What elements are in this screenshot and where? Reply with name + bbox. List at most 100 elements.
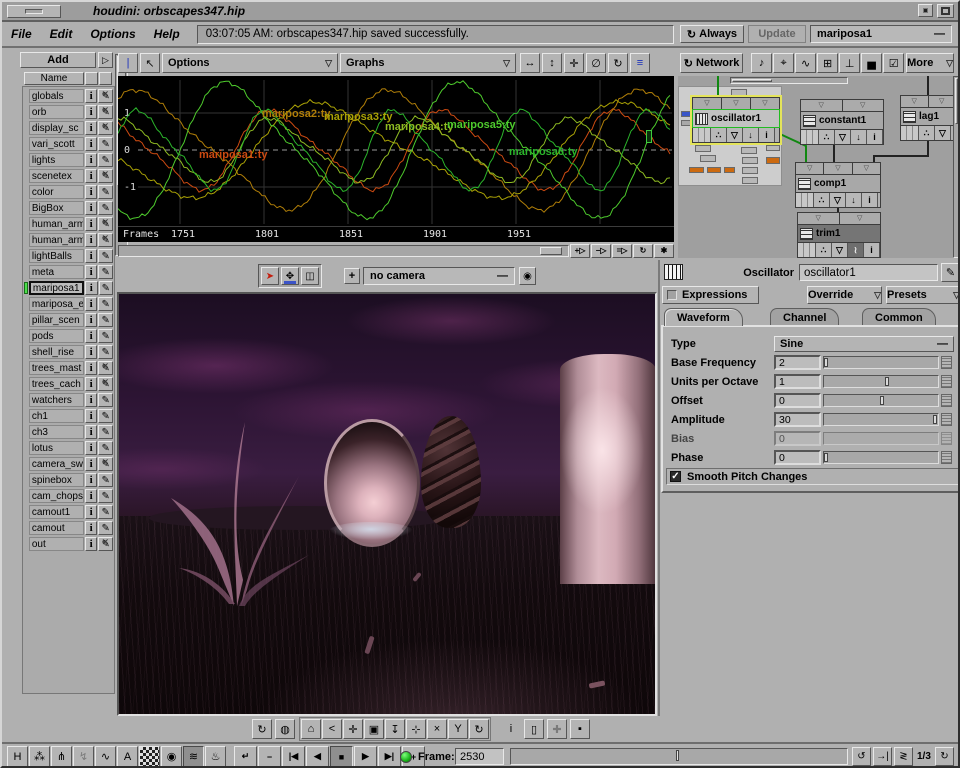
node-footer-button[interactable]: ∴ bbox=[819, 130, 835, 144]
tab-common[interactable]: Common bbox=[862, 308, 936, 326]
network-node-lag1[interactable]: ▽ ▽ lag1 ∴ ▽ bbox=[900, 95, 953, 141]
node-footer[interactable]: ∴ ▽ ↓ i bbox=[801, 129, 883, 144]
texture-icon[interactable]: ▦ bbox=[139, 746, 160, 766]
render-icon[interactable]: ♨ bbox=[205, 746, 226, 766]
list-item[interactable]: camera_sw i ✎ ✕ bbox=[24, 456, 113, 472]
info-button[interactable]: i bbox=[84, 249, 98, 263]
list-item[interactable]: lotus i ✎ bbox=[24, 440, 113, 456]
ibeam-tool-icon[interactable]: | bbox=[118, 53, 138, 73]
stop-button[interactable]: ■ bbox=[330, 746, 353, 766]
select-mode-icon[interactable]: < bbox=[322, 719, 342, 739]
pan-mode-icon[interactable]: ✛ bbox=[343, 719, 363, 739]
node-footer[interactable]: ∴ ▽ ≀ i bbox=[798, 242, 880, 257]
object-name-cell[interactable]: ch1 bbox=[28, 409, 84, 423]
node-channel-cells[interactable] bbox=[801, 130, 819, 144]
node-footer[interactable]: ∴ ▽ ↓ i bbox=[693, 127, 779, 142]
page-icon[interactable]: ▯ bbox=[524, 719, 544, 739]
object-name-cell[interactable]: vari_scott bbox=[28, 137, 84, 151]
channel-list-icon[interactable]: ≡ bbox=[630, 53, 650, 73]
slider-handle[interactable] bbox=[932, 415, 937, 424]
node-footer-button[interactable]: ▽ bbox=[727, 128, 743, 142]
operator-name-input[interactable]: oscillator1 bbox=[799, 264, 938, 281]
info-button[interactable]: i bbox=[84, 153, 98, 167]
node-footer-button[interactable]: ∴ bbox=[814, 193, 830, 207]
list-item[interactable]: cam_chops i ✎ bbox=[24, 488, 113, 504]
scroll-add-button[interactable]: +▷ bbox=[570, 243, 590, 258]
tab-channel[interactable]: Channel bbox=[770, 308, 840, 326]
edit-pencil-button[interactable]: ✎ bbox=[98, 489, 113, 503]
null-scope-icon[interactable]: ∅ bbox=[586, 53, 606, 73]
network-node-constant1[interactable]: ▽ ▽ constant1 ∴ ▽ ↓ i bbox=[800, 99, 884, 145]
object-name-cell[interactable]: watchers bbox=[28, 393, 84, 407]
node-flag-cell[interactable]: ▽ bbox=[693, 98, 722, 109]
minimize-button[interactable] bbox=[918, 4, 933, 17]
frame-number-input[interactable]: 2530 bbox=[455, 748, 504, 765]
list-item[interactable]: human_arm i ✎ ✕ bbox=[24, 216, 113, 232]
edit-pencil-button[interactable]: ✎ bbox=[98, 153, 113, 167]
info-button[interactable]: i bbox=[84, 345, 98, 359]
list-item[interactable]: ch1 i ✎ bbox=[24, 408, 113, 424]
object-name-cell[interactable]: spinebox bbox=[28, 473, 84, 487]
param-slider[interactable] bbox=[823, 375, 939, 388]
realtime-led-indicator[interactable] bbox=[400, 751, 412, 763]
info-button[interactable]: i bbox=[84, 425, 98, 439]
param-slider[interactable] bbox=[823, 413, 939, 426]
camera-dropdown[interactable]: no camera — bbox=[363, 267, 515, 285]
param-value-input[interactable]: 2 bbox=[774, 355, 821, 370]
node-header-flags[interactable]: ▽ ▽ ▽ bbox=[796, 163, 880, 175]
node-title[interactable]: lag1 bbox=[901, 108, 953, 125]
node-footer-button[interactable]: ∴ bbox=[816, 243, 832, 257]
object-name-cell[interactable]: mariposa1 bbox=[28, 281, 84, 295]
object-name-cell[interactable]: orb bbox=[28, 105, 84, 119]
node-channel-cells[interactable] bbox=[693, 128, 711, 142]
houdini-menu-icon[interactable]: H bbox=[7, 746, 28, 766]
mirror-icon[interactable]: × bbox=[427, 719, 447, 739]
node-channel-cells[interactable] bbox=[901, 126, 919, 140]
edit-pencil-button-locked[interactable]: ✎ ✕ bbox=[98, 361, 113, 375]
list-item[interactable]: camout1 i ✎ bbox=[24, 504, 113, 520]
param-value-input[interactable]: 30 bbox=[774, 412, 821, 427]
object-name-cell[interactable]: pillar_scen bbox=[28, 313, 84, 327]
objects-icon[interactable]: ⁂ bbox=[29, 746, 50, 766]
node-footer-button[interactable]: ≀ bbox=[848, 243, 864, 257]
node-title[interactable]: oscillator1 bbox=[692, 109, 780, 128]
viewport-plus-button[interactable]: + bbox=[344, 268, 360, 284]
info-button[interactable]: i bbox=[84, 217, 98, 231]
network-hscroll-thumb[interactable] bbox=[732, 79, 772, 82]
node-footer-button[interactable]: ∴ bbox=[919, 126, 935, 140]
pointer-tool-icon[interactable]: ↖ bbox=[140, 53, 160, 73]
menu-file[interactable]: File bbox=[11, 27, 32, 41]
info-button[interactable]: i bbox=[84, 361, 98, 375]
info-button[interactable]: i bbox=[84, 409, 98, 423]
object-name-cell[interactable]: color bbox=[28, 185, 84, 199]
list-item[interactable]: BigBox i ✎ bbox=[24, 200, 113, 216]
pin-icon[interactable]: ▪ bbox=[570, 719, 590, 739]
param-slider[interactable] bbox=[823, 451, 939, 464]
param-type-dropdown[interactable]: Sine — bbox=[774, 336, 954, 352]
network-button[interactable]: ↻ Network bbox=[680, 53, 744, 73]
list-item[interactable]: ch3 i ✎ bbox=[24, 424, 113, 440]
list-item[interactable]: lights i ✎ bbox=[24, 152, 113, 168]
motion-icon[interactable]: ↯ bbox=[73, 746, 94, 766]
pan-view-icon[interactable]: ✛ bbox=[564, 53, 584, 73]
node-footer-button[interactable]: ▽ bbox=[832, 243, 848, 257]
info-button[interactable]: i bbox=[84, 297, 98, 311]
object-name-cell[interactable]: ch3 bbox=[28, 425, 84, 439]
list-item[interactable]: shell_rise i ✎ bbox=[24, 344, 113, 360]
info-button[interactable]: i bbox=[84, 169, 98, 183]
edit-pencil-button[interactable]: ✎ bbox=[98, 185, 113, 199]
info-button[interactable]: i bbox=[84, 105, 98, 119]
chops-note-icon[interactable]: ♪ bbox=[751, 53, 773, 73]
info-button[interactable]: i bbox=[84, 265, 98, 279]
timeline-scrubber[interactable] bbox=[510, 748, 848, 765]
info-button[interactable]: i bbox=[84, 89, 98, 103]
edit-pencil-button[interactable]: ✎ bbox=[98, 521, 113, 535]
object-name-cell[interactable]: pods bbox=[28, 329, 84, 343]
edit-pencil-button[interactable]: ✎ bbox=[98, 505, 113, 519]
list-item[interactable]: pillar_scen i ✎ bbox=[24, 312, 113, 328]
object-name-cell[interactable]: camout bbox=[28, 521, 84, 535]
geometry-icon[interactable]: ◉ bbox=[161, 746, 182, 766]
list-item[interactable]: display_sc i ✎ ✕ bbox=[24, 120, 113, 136]
node-flag-cell[interactable]: ▽ bbox=[824, 163, 853, 174]
node-channel-cells[interactable] bbox=[796, 193, 814, 207]
